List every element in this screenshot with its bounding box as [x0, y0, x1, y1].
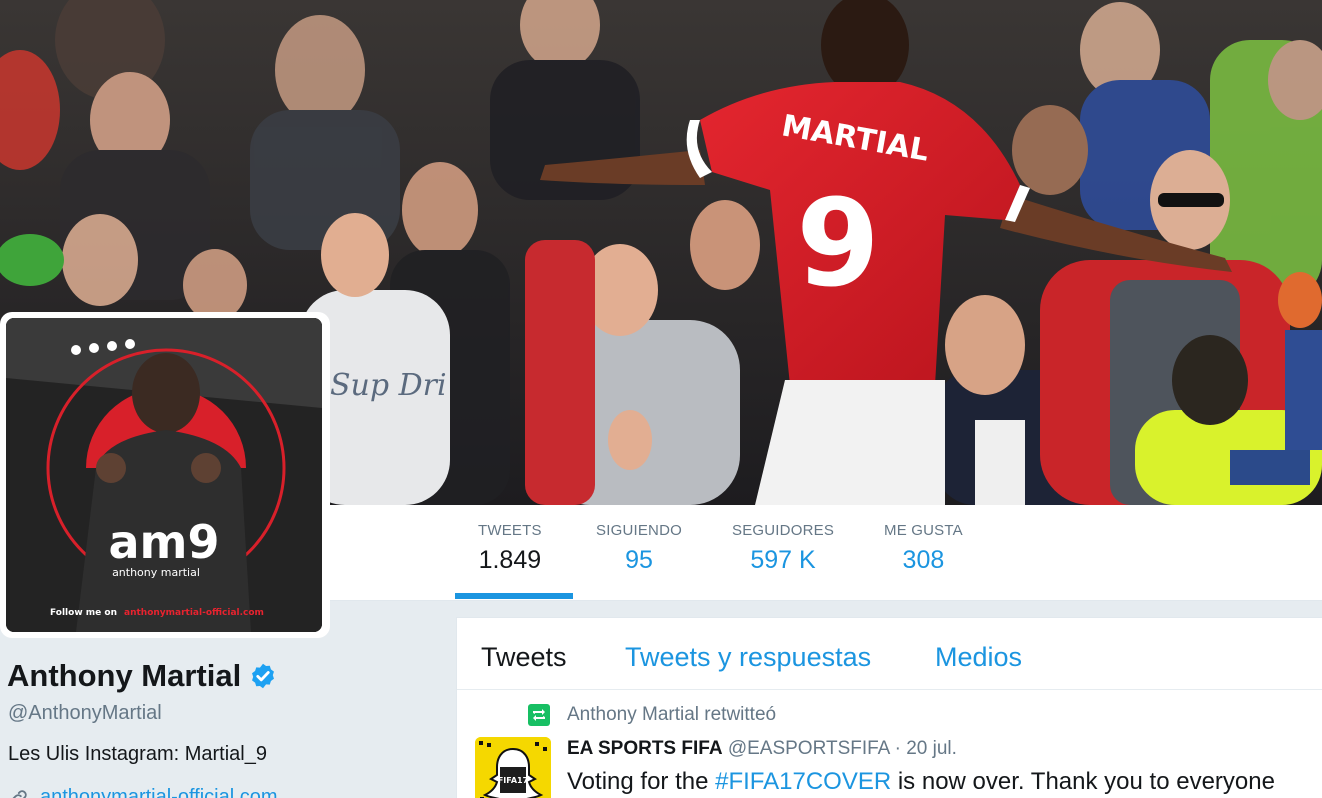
tab-tweets[interactable]: Tweets	[481, 642, 567, 673]
tweet-text: Voting for the #FIFA17COVER is now over.…	[567, 768, 1275, 796]
stat-following-value: 95	[625, 546, 653, 574]
stat-likes[interactable]: ME GUSTA 308	[884, 522, 963, 575]
avatar-follow-site: anthonymartial-official.com	[124, 608, 264, 618]
active-stat-indicator	[455, 593, 573, 599]
stat-followers[interactable]: SEGUIDORES 597 K	[732, 522, 834, 575]
link-icon	[12, 789, 27, 798]
profile-avatar: am9 anthony martial Follow me on anthony…	[6, 318, 322, 632]
stat-likes-label: ME GUSTA	[884, 522, 963, 539]
tweet-header: EA SPORTS FIFA @EASPORTSFIFA · 20 jul.	[567, 738, 957, 760]
profile-website-text: anthonymartial-official.com	[40, 786, 278, 798]
tab-tweets-and-replies[interactable]: Tweets y respuestas	[625, 642, 871, 673]
tweet-separator: ·	[894, 738, 901, 759]
stat-following-label: SIGUIENDO	[596, 522, 682, 539]
tweet-text-after: is now over. Thank you to everyone	[891, 768, 1275, 795]
tab-media[interactable]: Medios	[935, 642, 1022, 673]
tweet-avatar-text: FIFA17	[498, 776, 528, 785]
stat-likes-value: 308	[902, 546, 945, 574]
stat-following[interactable]: SIGUIENDO 95	[596, 522, 682, 575]
avatar-follow-prefix: Follow me on	[50, 608, 117, 618]
profile-handle[interactable]: @AnthonyMartial	[8, 702, 162, 725]
profile-avatar-frame[interactable]: am9 anthony martial Follow me on anthony…	[0, 312, 330, 638]
retweet-context[interactable]: Anthony Martial retwitteó	[567, 704, 776, 726]
retweet-icon	[528, 704, 550, 726]
stat-tweets-label: TWEETS	[478, 522, 542, 539]
tweet-author-avatar[interactable]: FIFA17	[475, 737, 551, 798]
avatar-logo-text: am9	[109, 515, 220, 569]
timeline-tabs: Tweets Tweets y respuestas Medios	[457, 618, 1322, 690]
avatar-art: am9 anthony martial Follow me on anthony…	[6, 318, 322, 632]
timeline-card: Tweets Tweets y respuestas Medios Anthon…	[456, 617, 1322, 798]
profile-page: Sup Dri MARTIAL 9 TWEETS 1.849 SIGUIENDO…	[0, 0, 1322, 798]
stat-tweets[interactable]: TWEETS 1.849	[478, 522, 542, 575]
jersey-number: 9	[796, 175, 880, 314]
tweet-hashtag-link[interactable]: #FIFA17COVER	[715, 768, 891, 795]
profile-website-link[interactable]: anthonymartial-official.com	[8, 786, 278, 798]
profile-name-row: Anthony Martial	[7, 658, 277, 694]
profile-name[interactable]: Anthony Martial	[7, 658, 241, 694]
verified-badge-icon	[252, 663, 275, 689]
profile-bio: Les Ulis Instagram: Martial_9	[8, 743, 267, 765]
snapcode-ghost-icon: FIFA17	[475, 737, 551, 798]
stat-followers-value: 597 K	[750, 546, 816, 574]
tweet-date[interactable]: 20 jul.	[906, 738, 957, 759]
tweet-author-name[interactable]: EA SPORTS FIFA	[567, 738, 723, 759]
tweet-text-before: Voting for the	[567, 768, 716, 795]
tweet-item[interactable]: Anthony Martial retwitteó FIFA17 EA SPOR…	[457, 690, 1322, 798]
tweet-author-handle[interactable]: @EASPORTSFIFA	[728, 738, 889, 759]
avatar-logo-subtext: anthony martial	[112, 566, 200, 579]
stat-tweets-value: 1.849	[478, 546, 542, 574]
svg-text:Sup Dri: Sup Dri	[330, 368, 447, 403]
stat-followers-label: SEGUIDORES	[732, 522, 835, 539]
